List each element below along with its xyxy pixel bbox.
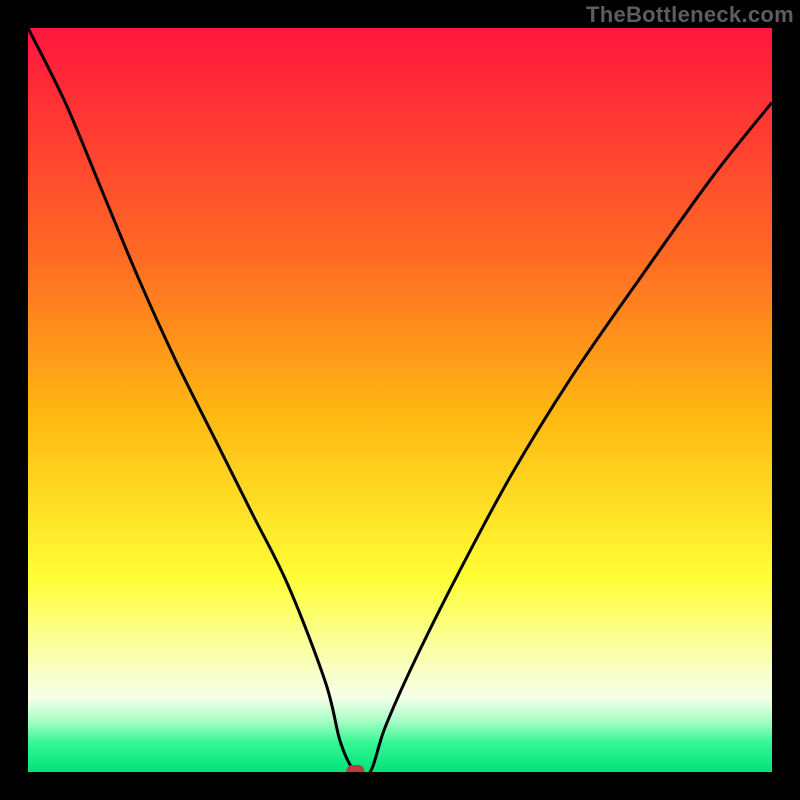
- gradient-background: [28, 28, 772, 772]
- watermark-text: TheBottleneck.com: [586, 2, 794, 28]
- chart-frame: TheBottleneck.com: [0, 0, 800, 800]
- plot-area: [28, 28, 772, 772]
- optimal-point-marker: [346, 765, 364, 772]
- plot-svg: [28, 28, 772, 772]
